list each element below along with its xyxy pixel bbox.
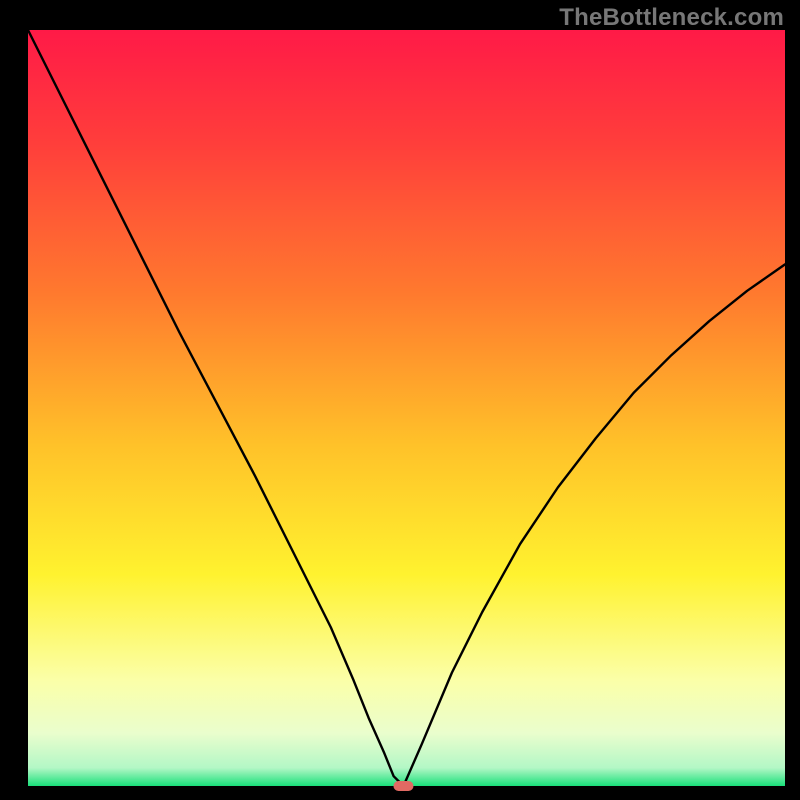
bottleneck-chart bbox=[0, 0, 800, 800]
chart-frame: TheBottleneck.com bbox=[0, 0, 800, 800]
plot-background bbox=[28, 30, 785, 786]
watermark-text: TheBottleneck.com bbox=[559, 4, 784, 32]
minimum-marker bbox=[393, 781, 413, 791]
